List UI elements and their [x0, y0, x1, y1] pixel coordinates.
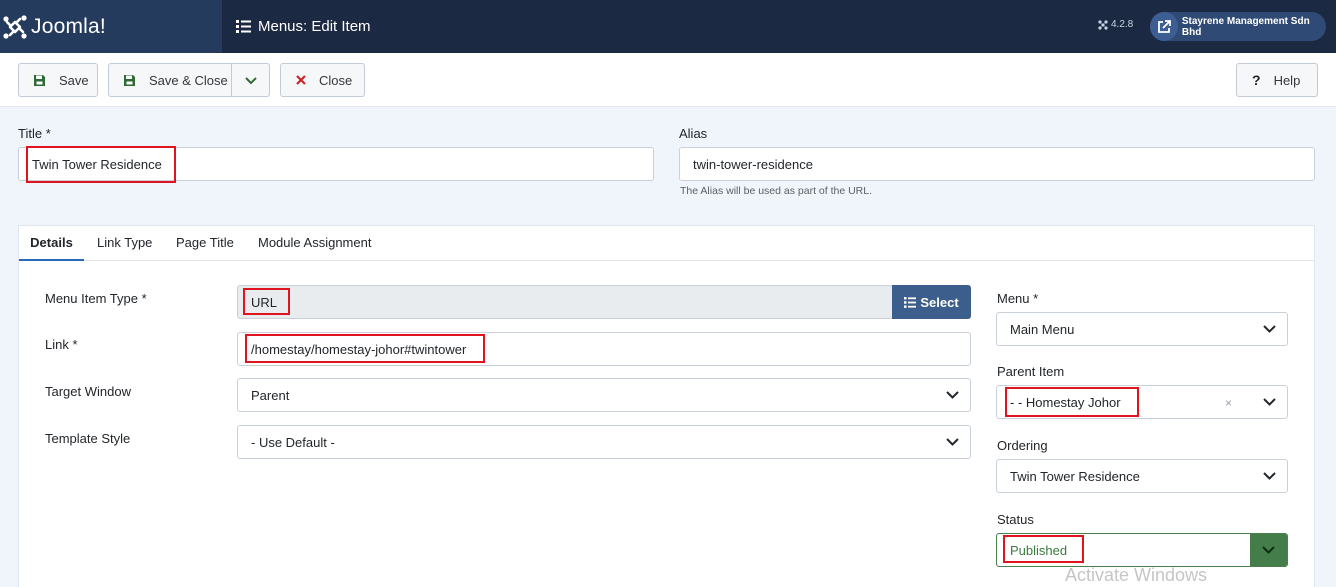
menu-item-type-label: Menu Item Type *	[45, 291, 147, 306]
list-icon	[236, 20, 251, 33]
link-label: Link *	[45, 337, 78, 352]
tab-module-assignment[interactable]: Module Assignment	[258, 226, 371, 261]
site-name: Stayrene Management Sdn Bhd	[1181, 15, 1310, 38]
alias-value: twin-tower-residence	[693, 156, 813, 172]
alias-hint: The Alias will be used as part of the UR…	[680, 185, 873, 197]
template-style-select[interactable]: - Use Default -	[237, 425, 971, 459]
target-window-select[interactable]: Parent	[237, 378, 971, 412]
target-window-label: Target Window	[45, 384, 131, 399]
joomla-icon	[3, 14, 27, 39]
parent-item-value: - - Homestay Johor	[1010, 394, 1121, 410]
chevron-down-icon	[934, 426, 970, 458]
save-icon	[123, 74, 136, 87]
save-label: Save	[59, 72, 89, 88]
logo-text: Joomla!	[31, 14, 106, 38]
ordering-label: Ordering	[997, 438, 1048, 453]
save-icon	[33, 74, 46, 87]
help-label: Help	[1273, 72, 1301, 88]
help-button[interactable]: ? Help	[1236, 63, 1318, 97]
tab-bar: Details Link Type Page Title Module Assi…	[19, 226, 1314, 261]
save-button[interactable]: Save	[18, 63, 98, 97]
menu-item-type-field: URL	[237, 285, 893, 319]
toolbar: Save Save & Close Close ? Help	[0, 53, 1336, 107]
question-icon: ?	[1252, 72, 1261, 88]
chevron-down-icon	[1250, 534, 1287, 566]
joomla-small-icon	[1098, 19, 1108, 30]
ordering-value: Twin Tower Residence	[1010, 468, 1140, 484]
link-input[interactable]: /homestay/homestay-johor#twintower	[237, 332, 971, 366]
title-input[interactable]: Twin Tower Residence	[18, 147, 654, 181]
chevron-down-icon	[244, 73, 257, 88]
status-value: Published	[1010, 542, 1068, 558]
tab-details[interactable]: Details	[19, 226, 84, 261]
list-icon	[904, 296, 917, 308]
status-label: Status	[997, 512, 1034, 527]
parent-item-label: Parent Item	[997, 364, 1065, 379]
select-type-button[interactable]: Select	[892, 285, 971, 319]
menu-value: Main Menu	[1010, 321, 1075, 337]
site-link-button[interactable]: Stayrene Management Sdn Bhd	[1150, 12, 1326, 41]
version-text: 4.2.8	[1111, 19, 1134, 30]
clear-icon[interactable]: ×	[1225, 396, 1232, 410]
chevron-down-icon	[1251, 313, 1287, 345]
save-close-label: Save & Close	[149, 72, 228, 88]
menu-select[interactable]: Main Menu	[996, 312, 1288, 346]
external-link-icon	[1150, 12, 1178, 41]
target-window-value: Parent	[251, 387, 290, 403]
menu-item-type-value: URL	[251, 294, 278, 310]
activate-windows-watermark: Activate Windows	[1065, 565, 1208, 585]
chevron-down-icon	[1251, 460, 1287, 492]
alias-label: Alias	[679, 126, 708, 141]
page-title-text: Menus: Edit Item	[258, 18, 371, 35]
select-label: Select	[920, 294, 959, 310]
tab-page-title[interactable]: Page Title	[176, 226, 234, 261]
page-title: Menus: Edit Item	[236, 0, 371, 53]
menu-label: Menu *	[997, 291, 1039, 306]
joomla-logo[interactable]: Joomla!	[0, 0, 222, 53]
top-header: Joomla! Menus: Edit Item 4.2.8 Stayrene …	[0, 0, 1336, 53]
template-style-value: - Use Default -	[251, 434, 335, 450]
chevron-down-icon	[934, 379, 970, 411]
title-label: Title *	[18, 126, 51, 141]
save-close-button[interactable]: Save & Close	[108, 63, 232, 97]
template-style-label: Template Style	[45, 431, 131, 446]
close-label: Close	[319, 72, 353, 88]
chevron-down-icon	[1251, 386, 1287, 418]
ordering-select[interactable]: Twin Tower Residence	[996, 459, 1288, 493]
save-options-dropdown[interactable]	[231, 63, 270, 97]
title-value: Twin Tower Residence	[32, 156, 162, 172]
status-select[interactable]: Published	[996, 533, 1288, 567]
tab-link-type[interactable]: Link Type	[97, 226, 152, 261]
version-badge: 4.2.8	[1098, 19, 1133, 30]
parent-item-select[interactable]: - - Homestay Johor ×	[996, 385, 1288, 419]
alias-input[interactable]: twin-tower-residence	[679, 147, 1315, 181]
close-button[interactable]: Close	[280, 63, 365, 97]
close-icon	[296, 75, 306, 85]
link-value: /homestay/homestay-johor#twintower	[251, 341, 467, 357]
